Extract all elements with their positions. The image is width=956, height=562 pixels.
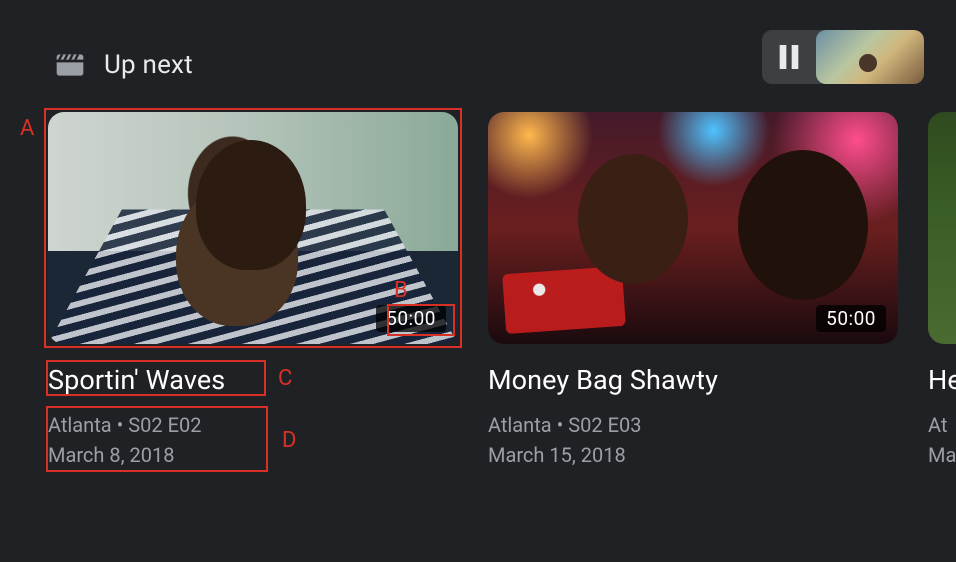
now-playing-thumbnail (816, 30, 924, 84)
program-title: He (928, 364, 956, 396)
clapperboard-icon (54, 49, 86, 81)
program-meta-line1: Atlanta • S02 E03 (488, 410, 898, 440)
program-card-0[interactable]: 50:00 Sportin' Waves Atlanta • S02 E02 M… (48, 112, 458, 470)
now-playing-pill[interactable] (762, 30, 924, 84)
program-title: Sportin' Waves (48, 364, 458, 396)
duration-badge: 50:00 (816, 305, 886, 332)
program-meta: Atlanta • S02 E03 March 15, 2018 (488, 410, 898, 470)
program-meta-line2: March 15, 2018 (488, 440, 898, 470)
annotation-label-a: A (20, 116, 34, 141)
program-meta: Atlanta • S02 E02 March 8, 2018 (48, 410, 458, 470)
program-meta: At Ma (928, 410, 956, 470)
program-poster (928, 112, 956, 344)
duration-badge: 50:00 (376, 305, 446, 332)
program-meta-line1: Atlanta • S02 E02 (48, 410, 458, 440)
pause-icon (762, 30, 816, 84)
page-title: Up next (104, 50, 193, 80)
program-card-1[interactable]: 50:00 Money Bag Shawty Atlanta • S02 E03… (488, 112, 898, 470)
program-card-2[interactable]: He At Ma (928, 112, 956, 470)
program-meta-line2: Ma (928, 440, 956, 470)
up-next-row: 50:00 Sportin' Waves Atlanta • S02 E02 M… (0, 90, 956, 470)
program-title: Money Bag Shawty (488, 364, 898, 396)
program-meta-line1: At (928, 410, 956, 440)
program-meta-line2: March 8, 2018 (48, 440, 458, 470)
